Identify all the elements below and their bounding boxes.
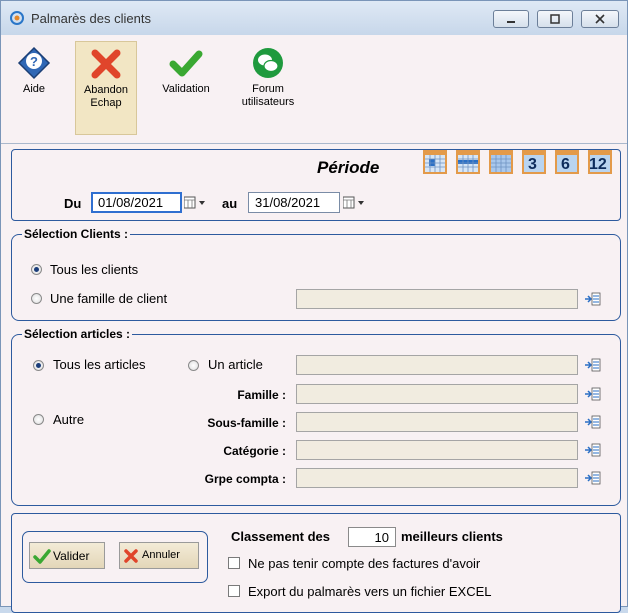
calendar-week-icon[interactable] bbox=[455, 149, 481, 175]
ranking-suffix: meilleurs clients bbox=[401, 529, 503, 544]
family-label: Famille : bbox=[237, 388, 286, 402]
subfamily-lookup-icon[interactable] bbox=[585, 415, 601, 429]
title-bar: Palmarès des clients bbox=[1, 1, 627, 35]
forum-label: Forum bbox=[252, 83, 284, 95]
to-date-picker-icon[interactable] bbox=[343, 196, 367, 210]
ignore-credit-notes-checkbox[interactable] bbox=[228, 557, 240, 569]
account-group-input[interactable] bbox=[296, 468, 578, 488]
window-title: Palmarès des clients bbox=[31, 11, 151, 26]
help-button[interactable]: ? Aide bbox=[3, 41, 65, 135]
footer-group: Valider Annuler Classement des 10 meille… bbox=[11, 513, 621, 613]
abandon-shortcut-label: Echap bbox=[90, 97, 122, 109]
help-icon: ? bbox=[17, 46, 51, 80]
toolbar: ? Aide Abandon Echap Validation Forum ut… bbox=[1, 35, 627, 143]
period-6-label: 6 bbox=[561, 156, 570, 173]
article-lookup-icon[interactable] bbox=[585, 358, 601, 372]
validation-button[interactable]: Validation bbox=[155, 41, 217, 135]
cancel-x-icon bbox=[124, 549, 138, 563]
validate-check-icon bbox=[33, 549, 51, 564]
toolbar-separator bbox=[1, 143, 627, 144]
validate-button-label: Valider bbox=[53, 549, 90, 563]
clients-group: Sélection Clients : Tous les clients Une… bbox=[11, 227, 621, 321]
ranking-count-input[interactable]: 10 bbox=[348, 527, 396, 547]
export-excel-label: Export du palmarès vers un fichier EXCEL bbox=[248, 584, 492, 599]
period-title: Période bbox=[317, 158, 380, 177]
client-family-lookup-icon[interactable] bbox=[585, 292, 601, 306]
family-input[interactable] bbox=[296, 384, 578, 404]
abandon-label: Abandon bbox=[83, 84, 129, 96]
calendar-day-icon[interactable] bbox=[422, 149, 448, 175]
articles-legend: Sélection articles : bbox=[22, 327, 133, 341]
window: Palmarès des clients ? Aide Abandon Echa… bbox=[0, 0, 628, 613]
period-group: Période 3 6 12 Du 01/08/2021 au 31/08/20… bbox=[11, 149, 621, 221]
forum-chat-icon bbox=[253, 48, 283, 78]
checkmark-icon bbox=[169, 50, 203, 77]
ignore-credit-notes-label: Ne pas tenir compte des factures d'avoir bbox=[248, 556, 481, 571]
one-article-label: Un article bbox=[208, 357, 263, 372]
clients-legend: Sélection Clients : bbox=[22, 227, 131, 241]
close-icon bbox=[595, 14, 605, 24]
forum-button[interactable]: Forum utilisateurs bbox=[237, 41, 299, 135]
svg-text:?: ? bbox=[30, 54, 38, 69]
close-button[interactable] bbox=[581, 10, 619, 28]
to-label: au bbox=[222, 196, 238, 211]
from-date-input[interactable]: 01/08/2021 bbox=[91, 192, 182, 213]
category-lookup-icon[interactable] bbox=[585, 443, 601, 457]
minimize-icon bbox=[507, 21, 515, 23]
subfamily-label: Sous-famille : bbox=[207, 416, 286, 430]
from-label: Du bbox=[64, 196, 82, 211]
minimize-button[interactable] bbox=[493, 10, 529, 28]
account-group-lookup-icon[interactable] bbox=[585, 471, 601, 485]
cancel-button[interactable]: Annuler bbox=[119, 542, 199, 569]
family-lookup-icon[interactable] bbox=[585, 387, 601, 401]
radio-one-article[interactable] bbox=[188, 360, 199, 371]
account-group-label: Grpe compta : bbox=[204, 472, 286, 486]
to-date-input[interactable]: 31/08/2021 bbox=[248, 192, 340, 213]
radio-other[interactable] bbox=[33, 414, 44, 425]
period-3-months-button[interactable]: 3 bbox=[521, 149, 547, 175]
cancel-button-label: Annuler bbox=[142, 549, 180, 561]
forum-label-2: utilisateurs bbox=[241, 96, 295, 108]
other-label: Autre bbox=[53, 412, 85, 427]
articles-group: Sélection articles : Tous les articles U… bbox=[11, 327, 621, 506]
category-label: Catégorie : bbox=[223, 444, 286, 458]
export-excel-checkbox[interactable] bbox=[228, 585, 240, 597]
radio-all-articles[interactable] bbox=[33, 360, 44, 371]
all-clients-label: Tous les clients bbox=[50, 262, 139, 277]
client-family-label: Une famille de client bbox=[50, 291, 168, 306]
period-6-months-button[interactable]: 6 bbox=[554, 149, 580, 175]
maximize-icon bbox=[550, 14, 560, 24]
article-input[interactable] bbox=[296, 355, 578, 375]
abandon-button[interactable]: Abandon Echap bbox=[75, 41, 137, 135]
category-input[interactable] bbox=[296, 440, 578, 460]
period-3-label: 3 bbox=[528, 156, 537, 173]
ranking-prefix: Classement des bbox=[231, 529, 330, 544]
validate-button[interactable]: Valider bbox=[29, 542, 105, 569]
abandon-x-icon bbox=[91, 49, 121, 79]
app-icon bbox=[10, 11, 24, 25]
radio-all-clients[interactable] bbox=[31, 264, 42, 275]
client-family-input[interactable] bbox=[296, 289, 578, 309]
help-label: Aide bbox=[22, 83, 46, 95]
validation-label: Validation bbox=[162, 83, 210, 95]
period-12-label: 12 bbox=[589, 156, 607, 173]
from-date-picker-icon[interactable] bbox=[184, 196, 208, 210]
calendar-month-icon[interactable] bbox=[488, 149, 514, 175]
period-12-months-button[interactable]: 12 bbox=[587, 149, 613, 175]
all-articles-label: Tous les articles bbox=[53, 357, 146, 372]
subfamily-input[interactable] bbox=[296, 412, 578, 432]
maximize-button[interactable] bbox=[537, 10, 573, 28]
radio-client-family[interactable] bbox=[31, 293, 42, 304]
action-buttons-frame: Valider Annuler bbox=[22, 531, 208, 583]
